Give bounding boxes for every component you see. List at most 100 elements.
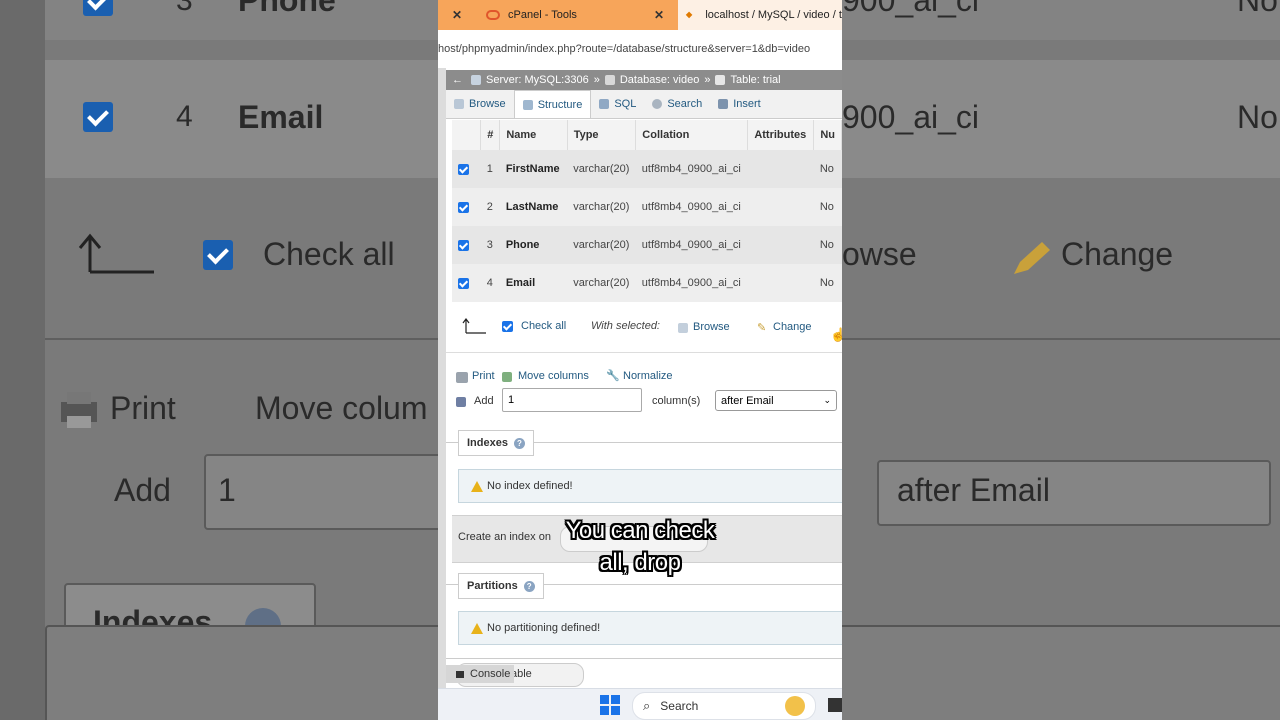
bg-change: Change <box>1061 236 1174 272</box>
columns-suffix: column(s) <box>652 395 701 407</box>
normalize-button[interactable]: Normalize <box>623 370 673 382</box>
row-attributes <box>747 150 814 188</box>
bg-row-null: No <box>1237 0 1278 18</box>
menu-label: Structure <box>537 98 583 111</box>
insert-icon <box>718 99 729 109</box>
breadcrumb-table[interactable]: Table: trial <box>730 74 780 86</box>
address-bar[interactable]: host/phpmyadmin/index.php?route=/databas… <box>438 30 842 69</box>
row-name: Phone <box>499 226 568 264</box>
add-label: Add <box>474 395 494 407</box>
tab-browse[interactable]: Browse <box>446 90 514 118</box>
breadcrumb-database[interactable]: Database: video <box>620 74 700 86</box>
partition-notice: No partitioning defined! <box>458 611 842 645</box>
url-text: host/phpmyadmin/index.php?route=/databas… <box>438 43 811 55</box>
header-collation[interactable]: Collation <box>635 120 749 150</box>
table-header: # Name Type Collation Attributes Nu <box>452 120 842 150</box>
breadcrumb-server[interactable]: Server: MySQL:3306 <box>486 74 589 86</box>
tab-sql[interactable]: SQL <box>591 90 644 118</box>
row-null: No <box>813 264 842 302</box>
video-caption: You can check all, drop <box>438 515 842 579</box>
row-checkbox[interactable] <box>458 239 469 251</box>
sql-icon <box>599 99 610 109</box>
breadcrumb-separator: » <box>593 74 600 86</box>
bg-row-null: No <box>1237 99 1278 135</box>
database-icon <box>604 75 615 85</box>
bg-after: after Email <box>897 472 1050 508</box>
phpmyadmin-content: ← Server: MySQL:3306 » Database: video »… <box>446 68 842 688</box>
table-row: 4 Email varchar(20) utf8mb4_0900_ai_ci N… <box>452 264 842 302</box>
phone-screen: ✕ cPanel - Tools ✕ ◆ localhost / MySQL /… <box>438 0 842 720</box>
tab-label: cPanel - Tools <box>508 9 577 21</box>
bulk-browse-button[interactable]: Browse <box>693 321 730 333</box>
bg-print-icon <box>61 392 97 428</box>
prev-tab-close[interactable]: ✕ <box>438 0 476 30</box>
back-arrow-icon[interactable]: ← <box>452 74 463 86</box>
caption-line: You can check <box>565 517 715 544</box>
row-select <box>452 264 481 302</box>
tab-structure[interactable]: Structure <box>513 90 592 118</box>
row-collation: utf8mb4_0900_ai_ci <box>635 188 748 226</box>
row-checkbox[interactable] <box>458 163 469 175</box>
row-select <box>452 188 481 226</box>
add-count-value: 1 <box>508 394 515 406</box>
row-attributes <box>747 188 814 226</box>
partitions-title: Partitions <box>467 580 518 592</box>
move-columns-button[interactable]: Move columns <box>518 370 589 382</box>
search-highlight-icon <box>785 696 805 716</box>
browser-tab-bar: ✕ cPanel - Tools ✕ ◆ localhost / MySQL /… <box>438 0 842 30</box>
caption-line: all, drop <box>599 549 681 576</box>
columns-table: # Name Type Collation Attributes Nu 1 Fi… <box>452 120 842 302</box>
tab-label: localhost / MySQL / video / tri <box>705 9 842 21</box>
row-type: varchar(20) <box>567 226 636 264</box>
row-name: LastName <box>499 188 568 226</box>
row-type: varchar(20) <box>567 188 636 226</box>
position-value: after Email <box>721 394 774 407</box>
row-checkbox[interactable] <box>458 201 469 213</box>
bg-add: Add <box>114 472 171 508</box>
row-collation: utf8mb4_0900_ai_ci <box>635 150 748 188</box>
row-name: Email <box>499 264 568 302</box>
check-all-checkbox[interactable] <box>502 321 513 332</box>
position-select[interactable]: after Email ⌄ <box>715 390 837 411</box>
tab-insert[interactable]: Insert <box>710 90 769 118</box>
bg-arrow-icon <box>78 233 154 274</box>
row-num: 1 <box>480 150 500 188</box>
taskbar-app-icon[interactable] <box>828 698 842 712</box>
print-icon <box>456 372 468 383</box>
header-attributes[interactable]: Attributes <box>747 120 815 150</box>
row-null: No <box>813 226 842 264</box>
header-name[interactable]: Name <box>499 120 568 150</box>
taskbar-search[interactable]: ⌕ Search <box>632 692 816 720</box>
help-icon[interactable]: ? <box>513 437 525 449</box>
taskbar-search-label: Search <box>660 699 699 713</box>
bulk-change-button[interactable]: Change <box>773 321 812 333</box>
table-row: 1 FirstName varchar(20) utf8mb4_0900_ai_… <box>452 150 842 188</box>
menu-label: Insert <box>733 98 761 110</box>
console-toggle[interactable]: Console <box>446 665 514 683</box>
chevron-down-icon: ⌄ <box>823 395 831 405</box>
pencil-icon: ✎ <box>757 322 767 334</box>
bg-checkbox <box>83 0 113 16</box>
windows-start-icon[interactable] <box>600 695 620 715</box>
check-all-label[interactable]: Check all <box>521 320 566 332</box>
add-column-icon <box>456 397 466 407</box>
close-icon[interactable]: ✕ <box>654 8 664 22</box>
bg-checkbox <box>83 102 113 132</box>
row-checkbox[interactable] <box>458 277 469 289</box>
warning-icon <box>471 480 483 492</box>
tab-cpanel[interactable]: cPanel - Tools ✕ <box>476 0 674 30</box>
row-collation: utf8mb4_0900_ai_ci <box>635 264 748 302</box>
select-arrow-icon <box>462 318 486 334</box>
print-button[interactable]: Print <box>472 370 495 382</box>
row-name: FirstName <box>499 150 568 188</box>
header-select <box>452 120 482 150</box>
add-count-input[interactable]: 1 <box>502 388 642 412</box>
help-icon[interactable]: ? <box>523 580 535 592</box>
bg-check-all: Check all <box>263 236 395 272</box>
header-type[interactable]: Type <box>567 120 637 150</box>
header-null[interactable]: Nu <box>813 120 842 150</box>
close-icon[interactable]: ✕ <box>452 8 462 22</box>
tab-phpmyadmin[interactable]: ◆ localhost / MySQL / video / tri <box>678 0 842 30</box>
search-icon <box>652 99 663 109</box>
tab-search[interactable]: Search <box>644 90 710 118</box>
